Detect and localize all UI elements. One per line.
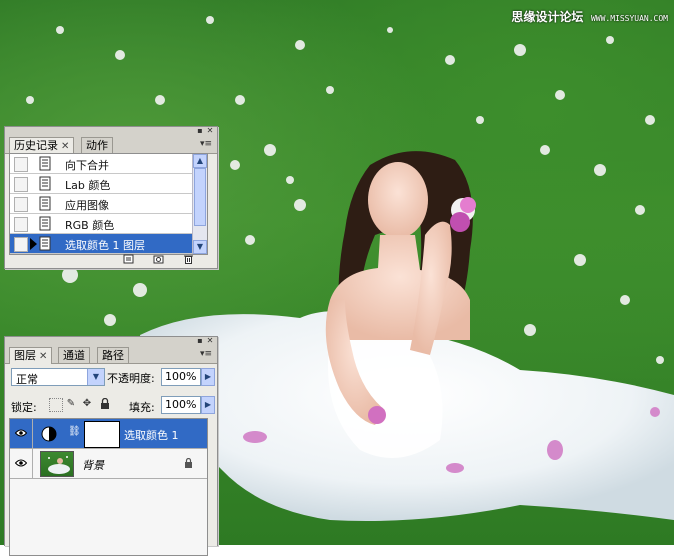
- opacity-field[interactable]: 100%: [161, 368, 201, 386]
- fill-slider-arrow-icon[interactable]: ▶: [201, 396, 215, 414]
- history-panel: ▪ ✕ 历史记录 ✕ 动作 ▾≡ 向下合并 Lab 颜色 应用图像 RGB 颜色…: [4, 126, 218, 269]
- lock-transparent-pixels-icon[interactable]: [49, 398, 63, 412]
- layer-mask-thumbnail[interactable]: [84, 421, 120, 448]
- tab-close-icon[interactable]: ✕: [39, 351, 47, 362]
- mask-link-icon[interactable]: ⛓: [68, 426, 81, 437]
- new-snapshot-icon[interactable]: [153, 254, 164, 264]
- history-item-label: 向下合并: [65, 159, 109, 172]
- trash-icon[interactable]: [183, 254, 194, 264]
- tab-paths[interactable]: 路径: [97, 347, 129, 363]
- minimize-icon[interactable]: ▪: [196, 127, 204, 135]
- history-state-icon: [39, 196, 51, 211]
- tab-paths-label: 路径: [102, 349, 124, 362]
- blend-opacity-row: 正常 ▼ 不透明度: 100% ▶: [9, 366, 215, 388]
- layers-tabbar: 图层 ✕ 通道 路径 ▾≡: [5, 345, 217, 364]
- layer-row[interactable]: 背景: [10, 449, 207, 479]
- layer-row-selected[interactable]: ⛓ 选取颜色 1: [10, 419, 207, 449]
- close-icon[interactable]: ✕: [206, 337, 214, 345]
- scroll-up-icon[interactable]: ▲: [193, 154, 207, 168]
- close-icon[interactable]: ✕: [206, 127, 214, 135]
- history-bottom-bar: [5, 251, 217, 267]
- tab-channels-label: 通道: [63, 349, 85, 362]
- opacity-slider-arrow-icon[interactable]: ▶: [201, 368, 215, 386]
- history-state-icon: [39, 176, 51, 191]
- history-list: 向下合并 Lab 颜色 应用图像 RGB 颜色 选取颜色 1 图层 ▲ ▼: [9, 153, 208, 255]
- layer-name[interactable]: 选取颜色 1: [124, 427, 179, 443]
- history-item[interactable]: 向下合并: [10, 154, 207, 174]
- tab-close-icon[interactable]: ✕: [61, 141, 69, 152]
- layer-name[interactable]: 背景: [82, 457, 104, 473]
- tab-actions[interactable]: 动作: [81, 137, 113, 153]
- fill-label: 填充:: [129, 401, 155, 414]
- snapshot-source-checkbox[interactable]: [14, 197, 28, 212]
- lock-icon: [185, 458, 192, 468]
- history-item[interactable]: Lab 颜色: [10, 174, 207, 194]
- history-item[interactable]: 应用图像: [10, 194, 207, 214]
- visibility-toggle[interactable]: [10, 449, 33, 478]
- opacity-label: 不透明度:: [107, 372, 155, 385]
- snapshot-source-checkbox[interactable]: [14, 177, 28, 192]
- visibility-toggle[interactable]: [10, 419, 33, 448]
- history-state-icon: [39, 236, 51, 251]
- history-item-label: 应用图像: [65, 199, 109, 212]
- blend-mode-select[interactable]: 正常 ▼: [11, 368, 105, 386]
- history-item-label: RGB 颜色: [65, 219, 115, 232]
- new-document-icon[interactable]: [123, 254, 134, 264]
- tab-actions-label: 动作: [86, 139, 108, 152]
- lock-all-icon[interactable]: [99, 398, 111, 410]
- history-scrollbar[interactable]: ▲ ▼: [192, 154, 207, 254]
- eye-icon: [15, 459, 27, 467]
- snapshot-source-checkbox[interactable]: [14, 217, 28, 232]
- tab-history-label: 历史记录: [14, 139, 58, 152]
- panel-menu-icon[interactable]: ▾≡: [199, 139, 213, 150]
- chevron-down-icon[interactable]: ▼: [87, 369, 104, 385]
- layers-panel: ▪ ✕ 图层 ✕ 通道 路径 ▾≡ 正常 ▼ 不透明度: 100% ▶ 锁定: ✎…: [4, 336, 218, 556]
- history-state-icon: [39, 216, 51, 231]
- watermark-url: WWW.MISSYUAN.COM: [590, 14, 668, 23]
- tab-layers-label: 图层: [14, 349, 36, 362]
- snapshot-source-checkbox[interactable]: [14, 157, 28, 172]
- watermark-text: 思缘设计论坛: [511, 10, 584, 24]
- minimize-icon[interactable]: ▪: [196, 337, 204, 345]
- layer-thumbnail[interactable]: [40, 451, 74, 477]
- blend-mode-value: 正常: [16, 373, 38, 386]
- lock-fill-row: 锁定: ✎ ✥ 填充: 100% ▶: [9, 394, 215, 416]
- lock-position-icon[interactable]: ✥: [81, 398, 93, 410]
- lock-image-pixels-icon[interactable]: ✎: [65, 398, 77, 410]
- lock-label: 锁定:: [11, 401, 37, 414]
- layers-list: ⛓ 选取颜色 1 背景: [9, 418, 208, 556]
- history-item-label: Lab 颜色: [65, 179, 111, 192]
- snapshot-source-checkbox[interactable]: [14, 237, 28, 252]
- history-tabbar: 历史记录 ✕ 动作 ▾≡: [5, 135, 217, 154]
- adjustment-layer-icon: [41, 426, 57, 442]
- panel-menu-icon[interactable]: ▾≡: [199, 349, 213, 360]
- history-item[interactable]: RGB 颜色: [10, 214, 207, 234]
- fill-field[interactable]: 100%: [161, 396, 201, 414]
- tab-channels[interactable]: 通道: [58, 347, 90, 363]
- scroll-thumb[interactable]: [194, 168, 206, 226]
- eye-icon: [15, 429, 27, 437]
- history-state-icon: [39, 156, 51, 171]
- history-state-slider[interactable]: [30, 238, 37, 250]
- watermark: 思缘设计论坛 WWW.MISSYUAN.COM: [511, 8, 668, 25]
- tab-history[interactable]: 历史记录 ✕: [9, 137, 75, 154]
- tab-layers[interactable]: 图层 ✕: [9, 347, 53, 364]
